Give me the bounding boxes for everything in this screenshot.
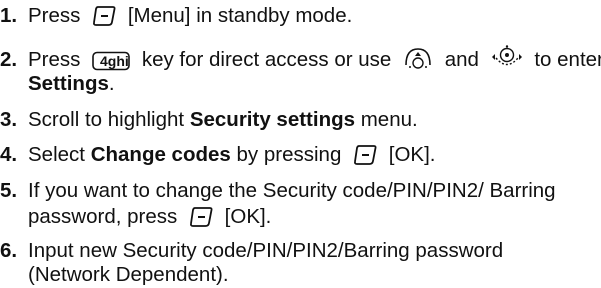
step-text: menu.: [360, 108, 418, 131]
step-text: Input new Security code/PIN/PIN2/Barring…: [28, 239, 504, 262]
step-text: Press: [28, 4, 81, 27]
ok-key-label: [OK].: [224, 205, 272, 228]
step-5: 5. If you want to change the Security co…: [0, 178, 556, 204]
step-text: in standby mode.: [196, 4, 353, 27]
step-number: 6.: [0, 239, 18, 262]
step-text: Press: [28, 48, 81, 71]
step-2: 2. Press 4ghi key for direct access or u…: [0, 45, 601, 73]
step-text: key for direct access or use: [141, 48, 392, 71]
step-number: 3.: [0, 108, 18, 131]
left-soft-key-icon: [189, 207, 213, 227]
step-text: If you want to change the Security code/…: [28, 179, 556, 202]
step-text: by pressing: [236, 143, 342, 166]
nav-up-icon: [405, 48, 431, 69]
step-3: 3. Scroll to highlight Security settings…: [0, 107, 418, 133]
instruction-steps: 1. Press [Menu] in standby mode. 2. Pres…: [0, 0, 601, 286]
key-4-text: 4ghi: [100, 53, 129, 69]
left-soft-key-icon: [93, 6, 116, 26]
step-number: 4.: [0, 143, 18, 166]
step-6: 6. Input new Security code/PIN/PIN2/Barr…: [0, 238, 503, 264]
step-5-line-2: password, press [OK].: [28, 204, 271, 230]
step-text: to enter: [534, 48, 601, 71]
step-number: 5.: [0, 179, 18, 202]
security-settings-label: Security settings: [189, 108, 356, 131]
key-4-ghi-icon: 4ghi: [92, 51, 130, 71]
step-6-line-2: (Network Dependent).: [28, 262, 229, 288]
step-text: password, press: [28, 205, 178, 228]
step-text: Scroll to highlight: [28, 108, 185, 131]
step-number: 1.: [0, 4, 18, 27]
change-codes-label: Change codes: [90, 143, 231, 166]
step-text: (Network Dependent).: [28, 263, 229, 286]
step-text: Select: [28, 143, 85, 166]
ok-key-label: [OK].: [388, 143, 436, 166]
step-text: .: [108, 72, 115, 95]
step-2-line-2: Settings.: [28, 71, 115, 97]
step-text: and: [444, 48, 479, 71]
menu-key-label: [Menu]: [127, 4, 191, 27]
nav-center-icon: [491, 45, 522, 66]
settings-menu-label: Settings: [28, 72, 109, 95]
step-1: 1. Press [Menu] in standby mode.: [0, 3, 352, 29]
step-number: 2.: [0, 48, 18, 71]
left-soft-key-icon: [354, 145, 377, 165]
step-4: 4. Select Change codes by pressing [OK].: [0, 142, 435, 168]
